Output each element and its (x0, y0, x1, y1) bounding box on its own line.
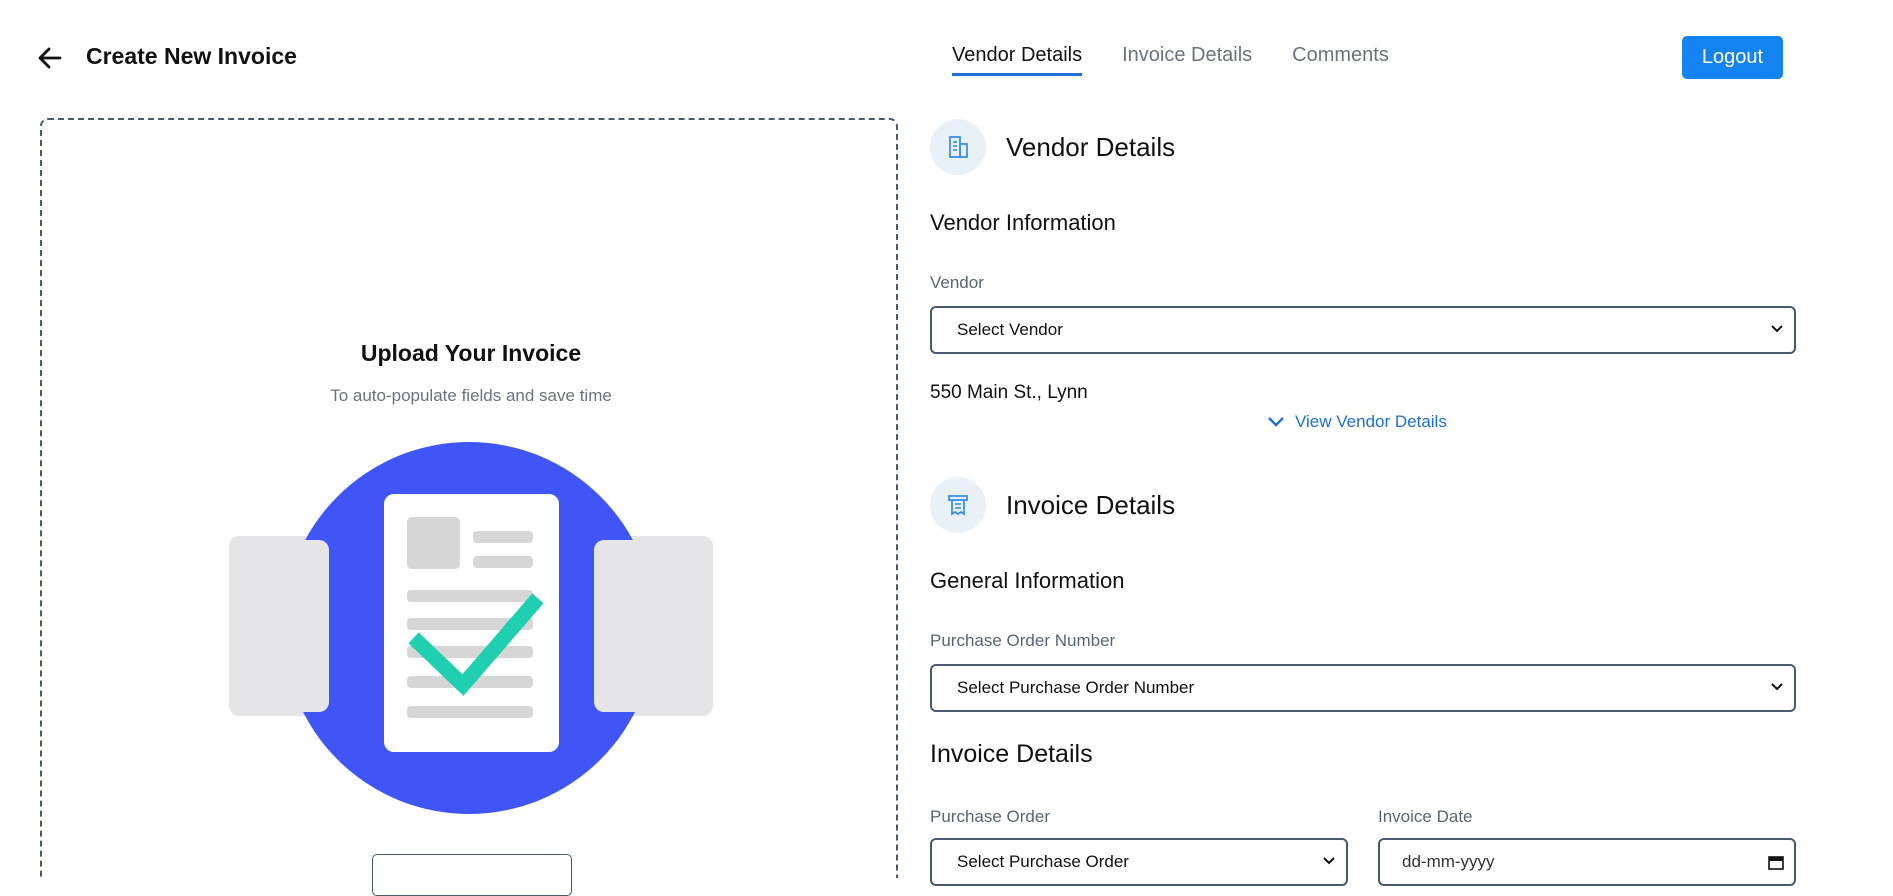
logout-button[interactable]: Logout (1682, 36, 1783, 79)
upload-button[interactable] (372, 854, 572, 896)
back-arrow-icon[interactable] (36, 44, 64, 72)
upload-title: Upload Your Invoice (360, 340, 582, 366)
calendar-icon[interactable] (1768, 854, 1784, 870)
tab-bar: Vendor Details Invoice Details Comments (952, 44, 1389, 76)
vendor-select-value: Select Vendor (957, 320, 1063, 339)
receipt-icon (930, 477, 986, 533)
po-label: Purchase Order (930, 807, 1050, 826)
invoice-illustration-icon (229, 440, 713, 825)
vendor-info-title: Vendor Information (930, 210, 1116, 235)
chevron-down-icon (1771, 683, 1783, 691)
po-number-label: Purchase Order Number (930, 631, 1116, 650)
vendor-label: Vendor (930, 273, 984, 292)
vendor-select[interactable]: Select Vendor (930, 306, 1796, 354)
invoice-date-input[interactable]: dd-mm-yyyy (1378, 838, 1796, 886)
invoice-section-header: Invoice Details (930, 477, 1175, 533)
page-title: Create New Invoice (86, 43, 297, 69)
view-vendor-details-link[interactable]: View Vendor Details (1267, 412, 1447, 432)
upload-subtitle: To auto-populate fields and save time (330, 386, 612, 405)
po-number-select-value: Select Purchase Order Number (957, 678, 1195, 697)
view-vendor-details-label: View Vendor Details (1295, 412, 1447, 431)
vendor-address: 550 Main St., Lynn (930, 382, 1088, 403)
vendor-section-header: Vendor Details (930, 119, 1175, 175)
po-select[interactable]: Select Purchase Order (930, 838, 1348, 886)
chevron-down-icon (1268, 417, 1284, 427)
tab-comments[interactable]: Comments (1292, 44, 1389, 76)
vendor-section-title: Vendor Details (1006, 131, 1176, 162)
tab-vendor-details[interactable]: Vendor Details (952, 44, 1083, 76)
po-number-select[interactable]: Select Purchase Order Number (930, 664, 1796, 712)
chevron-down-icon (1771, 325, 1783, 333)
tab-invoice-details[interactable]: Invoice Details (1122, 44, 1252, 76)
invoice-date-placeholder: dd-mm-yyyy (1402, 852, 1495, 871)
invoice-upload-dropzone[interactable]: Upload Your Invoice To auto-populate fie… (40, 118, 898, 896)
invoice-details-title: Invoice Details (930, 740, 1093, 768)
invoice-date-label: Invoice Date (1378, 807, 1473, 826)
building-icon (930, 119, 986, 175)
chevron-down-icon (1323, 857, 1335, 865)
invoice-section-title: Invoice Details (1006, 489, 1176, 520)
top-bar: Create New Invoice Vendor Details Invoic… (0, 0, 1893, 110)
general-info-title: General Information (930, 568, 1125, 593)
po-select-value: Select Purchase Order (957, 852, 1129, 871)
